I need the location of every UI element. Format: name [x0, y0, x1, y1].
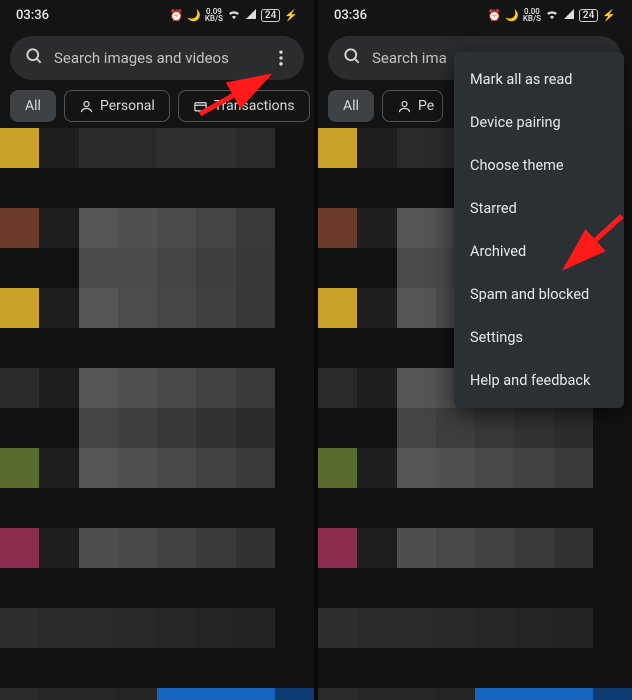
filter-chips: All Personal Transactions	[0, 90, 314, 132]
data-rate: 0.09 KB/S	[205, 8, 223, 22]
search-bar[interactable]: Search images and videos	[10, 36, 304, 80]
status-bar: 03:36 ⏰ 🌙 0.09 KB/S 24 ⚡	[0, 0, 314, 30]
card-icon	[193, 99, 208, 114]
clock: 03:36	[334, 8, 367, 23]
battery: 24	[579, 9, 598, 22]
search-icon	[342, 46, 362, 70]
search-icon	[24, 46, 44, 70]
person-icon	[397, 99, 412, 114]
battery: 24	[261, 9, 280, 22]
menu-device-pairing[interactable]: Device pairing	[454, 101, 624, 144]
menu-spam-and-blocked[interactable]: Spam and blocked	[454, 273, 624, 316]
menu-mark-all-as-read[interactable]: Mark all as read	[454, 58, 624, 101]
status-icons: ⏰ 🌙 0.00 KB/S 24 ⚡	[487, 7, 616, 24]
menu-choose-theme[interactable]: Choose theme	[454, 144, 624, 187]
blurred-content	[0, 128, 314, 700]
menu-settings[interactable]: Settings	[454, 316, 624, 359]
alarm-icon: ⏰	[487, 9, 501, 22]
chip-all[interactable]: All	[328, 90, 374, 122]
signal-icon	[563, 8, 575, 23]
chip-personal[interactable]: Pe	[382, 90, 443, 122]
chip-transactions[interactable]: Transactions	[178, 90, 310, 122]
overflow-menu: Mark all as read Device pairing Choose t…	[454, 52, 624, 408]
person-icon	[79, 99, 94, 114]
phone-screenshot-right: 03:36 ⏰ 🌙 0.00 KB/S 24 ⚡ Search ima	[318, 0, 632, 700]
search-placeholder: Search images and videos	[54, 49, 254, 67]
clock: 03:36	[16, 8, 49, 23]
alarm-icon: ⏰	[169, 9, 183, 22]
data-rate: 0.00 KB/S	[523, 8, 541, 22]
dnd-icon: 🌙	[505, 9, 519, 22]
signal-icon	[245, 8, 257, 23]
charging-icon: ⚡	[284, 9, 298, 22]
status-bar: 03:36 ⏰ 🌙 0.00 KB/S 24 ⚡	[318, 0, 632, 30]
charging-icon: ⚡	[602, 9, 616, 22]
overflow-menu-button[interactable]	[264, 41, 298, 75]
chip-all[interactable]: All	[10, 90, 56, 122]
wifi-icon	[545, 7, 559, 24]
status-icons: ⏰ 🌙 0.09 KB/S 24 ⚡	[169, 7, 298, 24]
menu-starred[interactable]: Starred	[454, 187, 624, 230]
menu-archived[interactable]: Archived	[454, 230, 624, 273]
menu-help-and-feedback[interactable]: Help and feedback	[454, 359, 624, 402]
dnd-icon: 🌙	[187, 9, 201, 22]
phone-screenshot-left: 03:36 ⏰ 🌙 0.09 KB/S 24 ⚡ Search images a…	[0, 0, 314, 700]
chip-personal[interactable]: Personal	[64, 90, 170, 122]
wifi-icon	[227, 7, 241, 24]
